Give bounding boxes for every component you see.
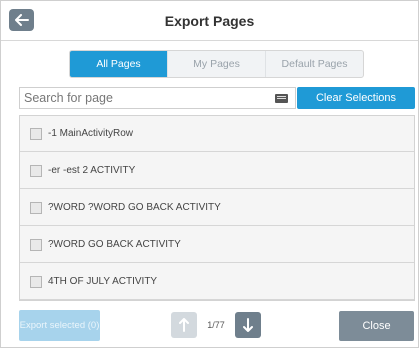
export-pages-dialog: Export Pages All Pages My Pages Default … — [0, 0, 419, 348]
keyboard-icon[interactable] — [275, 94, 288, 103]
checkbox[interactable] — [30, 127, 42, 140]
list-item[interactable]: ?WORD ?WORD GO BACK ACTIVITY — [20, 190, 414, 226]
page-title: Export Pages — [164, 13, 255, 29]
list-item-label: 4TH OF JULY ACTIVITY — [48, 276, 158, 287]
list-item-label: -1 MainActivityRow — [48, 128, 134, 139]
arrow-down-icon — [243, 318, 253, 332]
list-item[interactable]: -1 MainActivityRow — [20, 116, 414, 152]
list-item-label: ?WORD ?WORD GO BACK ACTIVITY — [48, 202, 221, 213]
list-item-label: ?WORD GO BACK ACTIVITY — [48, 239, 181, 250]
arrow-up-icon — [179, 318, 189, 332]
tab-my-pages[interactable]: My Pages — [168, 51, 266, 77]
list-item[interactable]: 4TH OF JULY ACTIVITY — [20, 264, 414, 300]
search-box — [19, 87, 296, 109]
tab-all-pages[interactable]: All Pages — [70, 51, 168, 77]
checkbox[interactable] — [30, 164, 42, 177]
page-indicator: 1/77 — [207, 320, 225, 330]
close-button[interactable]: Close — [339, 311, 414, 341]
export-selected-button[interactable]: Export selected (0) — [19, 310, 100, 341]
list-item-label: -er -est 2 ACTIVITY — [48, 165, 136, 176]
clear-selections-button[interactable]: Clear Selections — [297, 87, 415, 109]
page-list[interactable]: -1 MainActivityRow -er -est 2 ACTIVITY ?… — [19, 115, 415, 301]
checkbox[interactable] — [30, 275, 42, 288]
page-up-button[interactable] — [171, 312, 197, 338]
page-down-button[interactable] — [235, 312, 261, 338]
tab-default-pages[interactable]: Default Pages — [266, 51, 363, 77]
dialog-header: Export Pages — [1, 1, 418, 41]
search-input[interactable] — [24, 89, 269, 107]
page-filter-tabs: All Pages My Pages Default Pages — [69, 50, 364, 78]
list-item[interactable]: -er -est 2 ACTIVITY — [20, 153, 414, 189]
list-item[interactable]: ?WORD GO BACK ACTIVITY — [20, 227, 414, 263]
checkbox[interactable] — [30, 201, 42, 214]
checkbox[interactable] — [30, 238, 42, 251]
